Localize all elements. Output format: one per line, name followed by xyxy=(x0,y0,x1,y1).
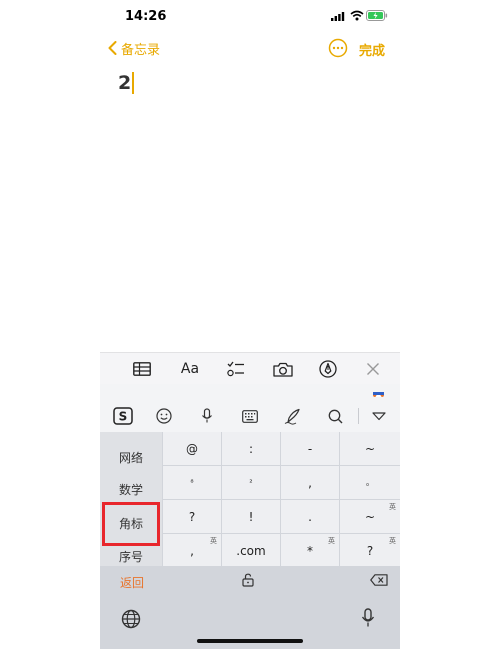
symbol-key[interactable]: - xyxy=(281,432,339,465)
symbol-key-label: * xyxy=(307,543,313,558)
cellular-signal-icon xyxy=(331,12,345,21)
status-bar: 14:26 xyxy=(100,0,400,34)
note-text: 2 xyxy=(118,72,132,94)
sogou-keyboard: S 网络 数学 角标 序号 @: - ~ ⁸ ² , 。 ? ! . ~ 英 … xyxy=(100,384,400,649)
symbol-key[interactable]: , xyxy=(281,466,339,499)
symbol-key[interactable]: : xyxy=(222,432,280,465)
symbol-panel: 网络 数学 角标 序号 @ : - ~ ⁸ ² , 。 ? ! . ~ 英 , … xyxy=(100,432,400,567)
emoji-icon xyxy=(156,408,172,424)
selected-category-highlight xyxy=(102,502,160,546)
english-badge: 英 xyxy=(389,503,396,511)
return-button[interactable]: 返回 xyxy=(120,574,144,591)
camera-icon xyxy=(273,362,293,377)
search-button[interactable] xyxy=(320,400,350,432)
english-badge: 英 xyxy=(328,537,335,545)
symbol-key[interactable]: ⁸ xyxy=(163,466,221,499)
symbol-key[interactable]: .com xyxy=(222,534,280,567)
symbol-key-label: ? xyxy=(366,543,374,558)
symbol-key[interactable]: ! xyxy=(222,500,280,533)
symbol-key[interactable]: 。 xyxy=(340,466,400,499)
symbol-category-list: 网络 数学 角标 序号 xyxy=(100,432,162,566)
category-math[interactable]: 数学 xyxy=(100,474,162,504)
symbol-key[interactable]: ² xyxy=(222,466,280,499)
symbol-panel-controls: 返回 xyxy=(100,566,400,596)
voice-input-button[interactable] xyxy=(192,400,222,432)
keyboard-switch-button[interactable] xyxy=(235,400,265,432)
back-button[interactable]: 备忘录 xyxy=(108,36,160,60)
mic-icon xyxy=(202,408,212,423)
back-label: 备忘录 xyxy=(121,42,161,58)
sogou-logo-button[interactable]: S xyxy=(108,400,138,432)
phone-screen: 14:26 备忘录 完成 2 Aa S 网络 数学 角标 序号 @: - ~ … xyxy=(100,0,400,649)
keyboard-icon xyxy=(242,409,258,423)
table-icon xyxy=(133,362,151,376)
battery-charging-icon xyxy=(366,10,388,21)
symbol-key-label: , xyxy=(190,543,194,558)
done-button[interactable]: 完成 xyxy=(359,40,385,59)
text-format-label: Aa xyxy=(180,361,200,377)
symbol-key[interactable]: ~ xyxy=(340,432,400,465)
sogou-logo-icon: S xyxy=(113,407,133,425)
symbol-key-with-badge[interactable]: , 英 xyxy=(163,534,221,567)
symbol-key[interactable]: @ xyxy=(163,432,221,465)
text-cursor xyxy=(132,72,135,94)
camera-button[interactable] xyxy=(265,353,301,385)
close-icon xyxy=(367,363,379,375)
chevron-left-icon xyxy=(108,41,117,55)
wifi-icon xyxy=(350,10,364,21)
english-badge: 英 xyxy=(210,537,217,545)
svg-text:S: S xyxy=(119,410,128,424)
note-editor[interactable]: 2 xyxy=(118,70,135,96)
markup-button[interactable] xyxy=(310,353,346,385)
keyboard-toolbar: S xyxy=(100,400,400,433)
symbol-key[interactable]: ? xyxy=(163,500,221,533)
checklist-icon xyxy=(227,361,244,377)
nav-bar: 备忘录 完成 xyxy=(100,36,400,60)
symbol-key-with-badge[interactable]: * 英 xyxy=(281,534,339,567)
dictation-mic-icon[interactable] xyxy=(361,608,375,628)
emoji-button[interactable] xyxy=(149,400,179,432)
symbol-key-label: ~ xyxy=(364,509,376,524)
close-toolbar-button[interactable] xyxy=(355,353,391,385)
markup-pen-icon xyxy=(319,360,337,378)
collapse-icon xyxy=(372,411,386,420)
format-toolbar: Aa xyxy=(100,352,400,385)
table-button[interactable] xyxy=(124,353,160,385)
keyboard-top-strip xyxy=(100,384,400,400)
toolbar-divider xyxy=(358,408,359,424)
ime-mascot-icon xyxy=(373,387,384,397)
symbol-key-with-badge[interactable]: ~ 英 xyxy=(340,500,400,533)
text-format-button[interactable]: Aa xyxy=(172,353,208,385)
status-time: 14:26 xyxy=(125,9,167,24)
category-network[interactable]: 网络 xyxy=(100,442,162,472)
checklist-button[interactable] xyxy=(218,353,254,385)
globe-icon[interactable] xyxy=(121,609,141,629)
english-badge: 英 xyxy=(389,537,396,545)
backspace-icon[interactable] xyxy=(370,574,388,586)
handwriting-icon xyxy=(284,408,300,425)
unlock-icon[interactable] xyxy=(241,573,255,587)
handwriting-button[interactable] xyxy=(277,400,307,432)
search-icon xyxy=(328,409,342,423)
home-indicator[interactable] xyxy=(197,639,303,643)
symbol-key-with-badge[interactable]: ? 英 xyxy=(340,534,400,567)
more-options-icon[interactable] xyxy=(328,38,348,58)
symbol-key[interactable]: . xyxy=(281,500,339,533)
keyboard-footer xyxy=(100,596,400,649)
symbol-keys-grid: @ : - ~ ⁸ ² , 。 ? ! . ~ 英 , 英 .com * 英 ?… xyxy=(163,432,400,567)
collapse-keyboard-button[interactable] xyxy=(364,400,394,432)
